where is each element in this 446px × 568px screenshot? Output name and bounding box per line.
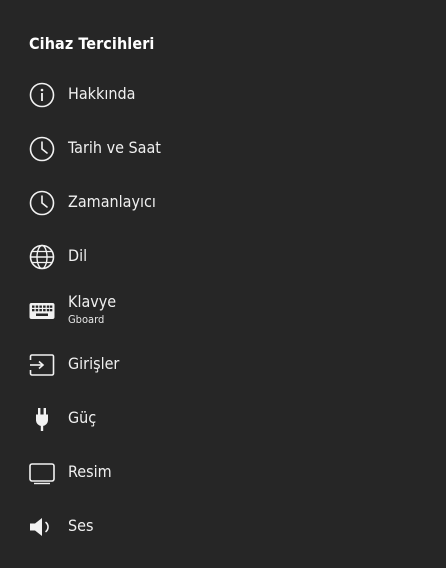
menu-item-power[interactable]: Güç	[0, 392, 446, 446]
info-icon	[26, 79, 58, 111]
timer-icon	[26, 187, 58, 219]
power-plug-icon	[26, 403, 58, 435]
globe-icon	[26, 241, 58, 273]
picture-icon	[26, 457, 58, 489]
menu-item-label: Hakkında	[68, 84, 136, 103]
menu-item-date-time[interactable]: Tarih ve Saat	[0, 122, 446, 176]
menu-item-label: Ses	[68, 516, 94, 535]
menu-item-label: Resim	[68, 462, 112, 481]
keyboard-icon	[26, 295, 58, 327]
menu-item-about[interactable]: Hakkında	[0, 68, 446, 122]
menu-item-picture[interactable]: Resim	[0, 446, 446, 500]
menu-item-label: Klavye	[68, 292, 117, 311]
menu-item-label: Girişler	[68, 354, 120, 373]
menu-item-label: Dil	[68, 246, 88, 265]
settings-menu: Hakkında Tarih ve Saat Zamanlayıcı Dil K…	[0, 68, 446, 554]
input-icon	[26, 349, 58, 381]
menu-item-inputs[interactable]: Girişler	[0, 338, 446, 392]
clock-icon	[26, 133, 58, 165]
sound-icon	[26, 511, 58, 543]
menu-item-timer[interactable]: Zamanlayıcı	[0, 176, 446, 230]
menu-item-subtitle: Gboard	[68, 313, 105, 326]
page-title: Cihaz Tercihleri	[29, 34, 155, 53]
menu-item-sound[interactable]: Ses	[0, 500, 446, 554]
menu-item-label: Güç	[68, 408, 97, 427]
menu-item-language[interactable]: Dil	[0, 230, 446, 284]
menu-item-label: Tarih ve Saat	[68, 138, 161, 157]
menu-item-label: Zamanlayıcı	[68, 192, 156, 211]
menu-item-keyboard[interactable]: Klavye Gboard	[0, 284, 446, 338]
